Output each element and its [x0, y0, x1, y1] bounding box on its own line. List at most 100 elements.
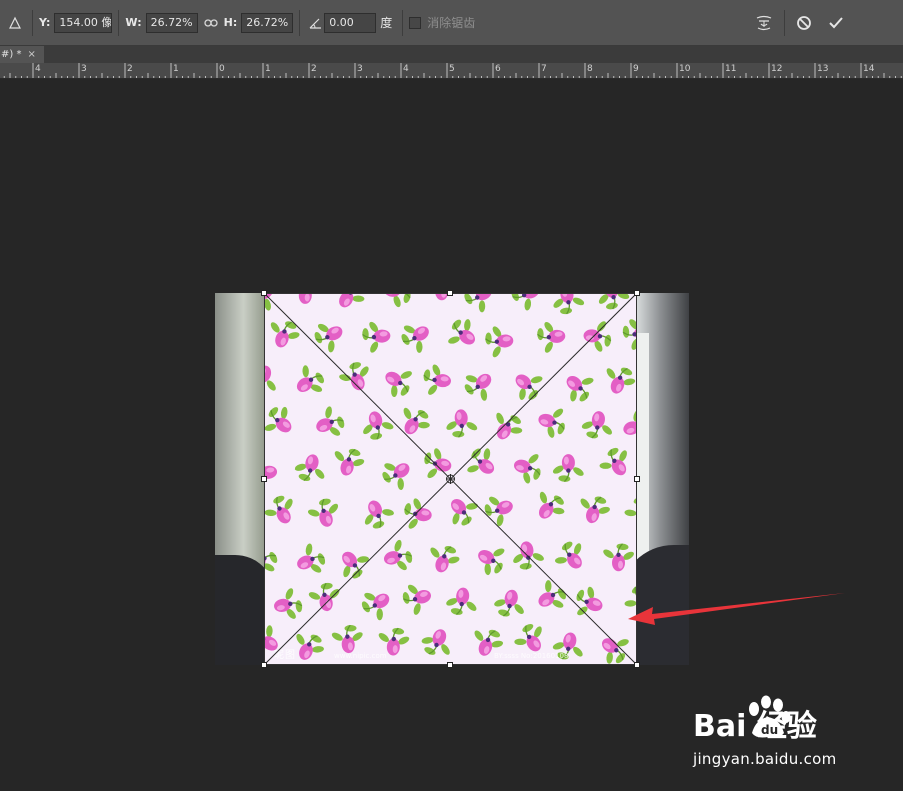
floral-pattern-layer[interactable]: 昵图 www.nipic.com BY:ssss No:20160108	[264, 293, 637, 665]
baidu-jingyan-watermark: Bai 经验 du jingyan.baidu.com	[690, 693, 890, 783]
leaf	[308, 592, 321, 600]
rose-motif	[307, 498, 339, 527]
cancel-icon[interactable]	[793, 15, 815, 31]
leaf	[264, 563, 275, 572]
leaf	[557, 588, 566, 600]
leaf	[617, 639, 629, 647]
height-field[interactable]: 26.72%	[241, 12, 294, 33]
leaf	[519, 388, 526, 400]
rose-motif	[404, 498, 432, 529]
rose-motif	[494, 589, 524, 617]
rose-motif	[430, 546, 460, 573]
rose-motif	[423, 364, 451, 395]
leaf	[269, 551, 278, 564]
leaf	[320, 582, 333, 590]
leaf	[402, 592, 410, 604]
leaf	[485, 332, 492, 345]
ruler-label: 4	[35, 64, 41, 74]
rose-motif	[513, 454, 541, 484]
leaf	[539, 491, 548, 504]
leaf	[416, 340, 423, 353]
rose-motif	[511, 293, 540, 311]
leaf	[352, 459, 365, 467]
leaf	[331, 632, 343, 641]
leaf	[514, 638, 527, 646]
rose-motif	[383, 539, 413, 571]
leaf	[623, 378, 636, 386]
close-tab-icon[interactable]: ×	[27, 49, 35, 60]
options-bar: Y: 154.00 像素 W: 26.72% H: 26.72% 0.00 度 …	[0, 0, 903, 46]
leaf	[352, 569, 363, 579]
leaf	[631, 338, 637, 350]
leaf	[492, 346, 501, 358]
rose-motif	[264, 365, 276, 391]
leaf	[302, 365, 309, 378]
rose-motif	[308, 582, 340, 612]
y-position-field[interactable]: 154.00 像素	[54, 12, 113, 33]
rose-highlight	[563, 456, 569, 465]
leaf	[620, 367, 633, 376]
leaf	[622, 325, 630, 338]
leaf	[466, 422, 478, 431]
leaf	[337, 416, 345, 429]
rotate-angle-field[interactable]: 0.00	[324, 12, 377, 33]
leaf	[444, 546, 457, 554]
transform-triangle-icon[interactable]	[4, 16, 26, 30]
rose-motif	[361, 592, 390, 621]
leaf	[285, 321, 297, 329]
y-label: Y:	[39, 16, 51, 29]
leaf	[280, 406, 288, 419]
leaf	[570, 389, 577, 402]
separator	[784, 9, 785, 36]
rose-motif	[552, 454, 584, 483]
leaf	[545, 580, 552, 593]
horizontal-ruler[interactable]: 4 3 2 1 0 1 2 3 4 5 6 7 8 9 10 11 12 13 …	[0, 63, 903, 79]
rose-motif	[383, 293, 411, 308]
leaf	[537, 328, 544, 341]
leaf	[561, 541, 573, 551]
warp-icon[interactable]	[752, 15, 776, 31]
canvas-area[interactable]: 昵图 www.nipic.com BY:ssss No:20160108	[0, 80, 903, 791]
rose-motif	[403, 407, 430, 435]
link-icon[interactable]	[198, 18, 224, 28]
rose-motif	[339, 293, 365, 308]
leaf	[547, 426, 555, 438]
leaf	[448, 336, 460, 344]
rose-motif	[513, 541, 544, 570]
baidu-url: jingyan.baidu.com	[693, 750, 837, 768]
rose-motif	[385, 371, 412, 398]
leaf	[599, 462, 612, 469]
leaf	[466, 503, 478, 510]
leaf	[405, 551, 413, 563]
rose-motif	[364, 500, 394, 529]
rose-motif	[553, 293, 585, 315]
leaf	[287, 332, 300, 339]
rose-motif	[424, 448, 452, 479]
rose-motif	[264, 406, 292, 433]
rose-motif	[334, 448, 365, 476]
leaf	[467, 465, 479, 473]
leaf	[606, 651, 613, 664]
rose-sepal	[566, 468, 571, 473]
leaf	[311, 646, 324, 653]
antialias-checkbox[interactable]	[409, 16, 422, 29]
leaf	[523, 471, 531, 484]
leaf	[273, 495, 285, 504]
leaf	[464, 384, 474, 395]
document-tab-title: #) *	[1, 49, 22, 60]
rose-motif	[581, 411, 612, 439]
leaf	[606, 302, 618, 310]
leaf	[417, 421, 430, 429]
ruler-label: 12	[771, 64, 783, 74]
document-tab[interactable]: #) * ×	[0, 46, 44, 63]
rose-motif	[294, 454, 325, 482]
leaf	[372, 521, 385, 529]
ruler-label: 10	[679, 64, 691, 74]
separator	[402, 9, 404, 36]
leaf	[480, 388, 488, 401]
rose-bud	[623, 421, 637, 435]
commit-check-icon[interactable]	[825, 16, 847, 30]
rose-motif	[606, 367, 636, 394]
width-field[interactable]: 26.72%	[145, 12, 198, 33]
leaf	[484, 504, 492, 516]
